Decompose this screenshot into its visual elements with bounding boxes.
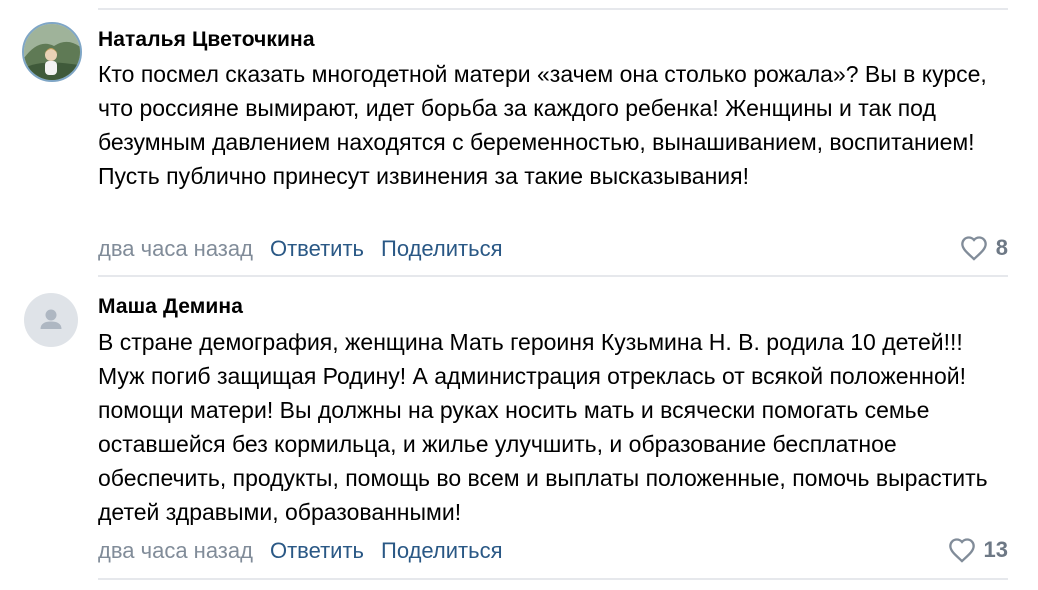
divider xyxy=(98,578,1008,580)
comment-text: Кто посмел сказать многодетной матери «з… xyxy=(98,61,987,189)
like-button[interactable]: 8 xyxy=(960,235,1008,261)
comment-author[interactable]: Маша Демина xyxy=(98,295,243,319)
comment-time: два часа назад xyxy=(98,538,253,563)
comment-text: В стране демография, женщина Мать героин… xyxy=(98,329,988,525)
share-button[interactable]: Поделиться xyxy=(381,538,502,564)
user-photo xyxy=(24,24,80,80)
reply-button[interactable]: Ответить xyxy=(270,236,364,262)
comment-author[interactable]: Наталья Цветочкина xyxy=(98,28,315,52)
avatar[interactable] xyxy=(24,293,78,347)
share-button[interactable]: Поделиться xyxy=(381,236,502,262)
heart-icon xyxy=(948,537,976,563)
comment-time: два часа назад xyxy=(98,236,253,261)
default-user-icon xyxy=(40,309,62,329)
like-count: 13 xyxy=(983,537,1008,562)
avatar[interactable] xyxy=(22,22,82,82)
comment-meta: два часа назад Ответить Поделиться xyxy=(98,236,503,262)
comments-feed: Наталья Цветочкина Кто посмел сказать мн… xyxy=(0,0,1038,590)
like-button[interactable]: 13 xyxy=(948,537,1008,563)
divider xyxy=(98,8,1008,10)
heart-icon xyxy=(960,235,988,261)
comment-meta: два часа назад Ответить Поделиться xyxy=(98,538,503,564)
like-count: 8 xyxy=(995,235,1008,260)
divider xyxy=(98,275,1008,277)
reply-button[interactable]: Ответить xyxy=(270,538,364,564)
